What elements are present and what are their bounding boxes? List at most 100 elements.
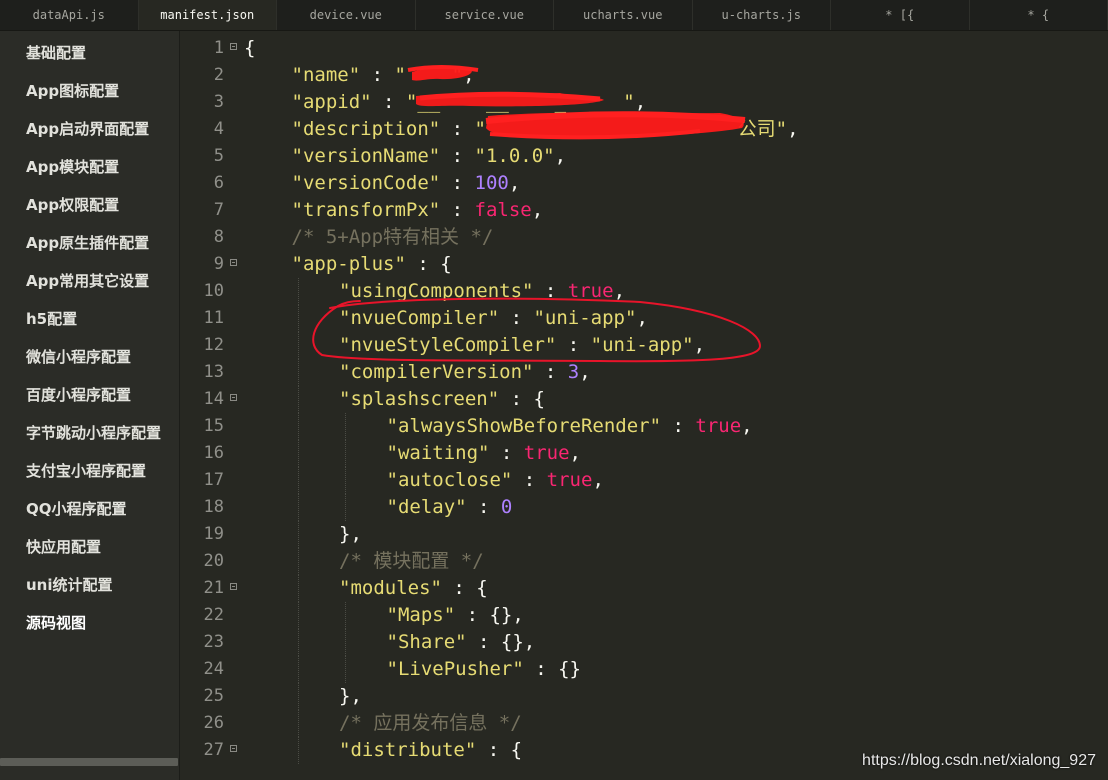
sidebar-item-0[interactable]: 基础配置 xyxy=(26,41,86,65)
code-token: /* 模块配置 */ xyxy=(339,550,484,572)
sidebar-item-13[interactable]: 快应用配置 xyxy=(26,535,101,559)
sidebar-item-2[interactable]: App启动界面配置 xyxy=(26,117,149,141)
line-number: 19 xyxy=(203,524,224,544)
fold-toggle-icon[interactable] xyxy=(230,583,237,590)
code-text: "transformPx" : false, xyxy=(292,197,544,224)
code-token: : xyxy=(661,415,696,437)
code-token: : { xyxy=(499,388,545,410)
sidebar-item-8[interactable]: 微信小程序配置 xyxy=(26,345,131,369)
code-token: : {}, xyxy=(455,604,524,626)
code-text: { xyxy=(244,35,255,62)
tab-untitled-7[interactable]: * { xyxy=(969,0,1108,30)
sidebar-item-12[interactable]: QQ小程序配置 xyxy=(26,497,127,521)
sidebar-horizontal-scrollbar[interactable] xyxy=(0,758,178,766)
indent-guide xyxy=(297,548,299,575)
indent-guide xyxy=(297,332,299,359)
sidebar-item-6[interactable]: App常用其它设置 xyxy=(26,269,149,293)
code-token: "transformPx" xyxy=(291,199,441,221)
code-token: , xyxy=(787,118,799,140)
code-token: "usingComponents" xyxy=(339,280,534,302)
code-token: , xyxy=(463,64,475,86)
code-token: , xyxy=(693,334,706,356)
code-token: , xyxy=(531,199,544,221)
code-token: "appid" xyxy=(291,91,372,113)
indent-guide xyxy=(297,602,299,629)
line-number: 16 xyxy=(203,443,224,463)
sidebar-item-9[interactable]: 百度小程序配置 xyxy=(26,383,131,407)
tab-service-vue[interactable]: service.vue xyxy=(415,0,554,30)
sidebar-item-3[interactable]: App模块配置 xyxy=(26,155,119,179)
code-line: 21 "modules" : { xyxy=(180,575,1108,602)
indent-guide xyxy=(297,278,299,305)
code-token: "uni-app" xyxy=(533,307,637,329)
indent-guide xyxy=(345,413,346,440)
code-token: : xyxy=(556,334,591,356)
indent-guide xyxy=(297,413,299,440)
watermark: https://blog.csdn.net/xialong_927 xyxy=(862,752,1096,769)
code-token: : xyxy=(466,496,501,518)
code-token: , xyxy=(569,442,581,464)
code-line: 7 "transformPx" : false, xyxy=(180,197,1108,224)
code-text: "delay" : 0 xyxy=(387,494,513,521)
code-token: , xyxy=(592,469,604,491)
fold-toggle-icon[interactable] xyxy=(230,259,237,266)
sidebar-item-1[interactable]: App图标配置 xyxy=(26,79,119,103)
code-token: "LivePusher" xyxy=(386,658,524,680)
editor-tab-bar: dataApi.js manifest.json device.vue service… xyxy=(0,0,1108,31)
code-text: }, xyxy=(339,521,362,548)
sidebar-item-11[interactable]: 支付宝小程序配置 xyxy=(26,459,146,483)
line-number: 20 xyxy=(203,551,224,571)
code-text: "versionCode" : 100, xyxy=(292,170,521,197)
sidebar-item-7[interactable]: h5配置 xyxy=(26,307,77,331)
tab-manifest-json[interactable]: manifest.json xyxy=(138,0,277,30)
code-token: 0 xyxy=(500,496,513,518)
line-number: 13 xyxy=(203,362,224,382)
code-line: 16 "waiting" : true, xyxy=(180,440,1108,467)
code-line: 8 /* 5+App特有相关 */ xyxy=(180,224,1108,251)
sidebar-item-10[interactable]: 字节跳动小程序配置 xyxy=(26,421,161,445)
indent-guide xyxy=(297,737,299,764)
indent-guide xyxy=(297,494,299,521)
code-line: 22 "Maps" : {}, xyxy=(180,602,1108,629)
tab-untitled-6[interactable]: * [{ xyxy=(831,0,970,30)
fold-toggle-icon[interactable] xyxy=(230,43,237,50)
sidebar-item-15[interactable]: 源码视图 xyxy=(26,611,86,635)
tab-device-vue[interactable]: device.vue xyxy=(277,0,416,30)
indent-guide xyxy=(297,386,299,413)
code-token: "versionCode" xyxy=(291,172,441,194)
line-number: 26 xyxy=(203,713,224,733)
code-line: 11 "nvueCompiler" : "uni-app", xyxy=(180,305,1108,332)
sidebar-item-5[interactable]: App原生插件配置 xyxy=(26,231,149,255)
code-text: "usingComponents" : true, xyxy=(339,278,625,305)
manifest-config-sidebar: 基础配置 App图标配置 App启动界面配置 App模块配置 App权限配置 App原生插… xyxy=(0,31,180,780)
code-token: "autoclose" xyxy=(386,469,513,491)
code-token: , xyxy=(636,307,648,329)
code-editor[interactable]: 1{2 "name" : " ", 3 "appid" : "__ __ _ ___"… xyxy=(180,31,1108,780)
code-token: "description" xyxy=(291,118,441,140)
code-token: : { xyxy=(405,253,452,275)
line-number: 10 xyxy=(203,281,224,301)
code-token: "nvueStyleCompiler" xyxy=(339,334,557,356)
tab-ucharts-vue[interactable]: ucharts.vue xyxy=(554,0,693,30)
code-token: "name" xyxy=(291,64,361,86)
tab-u-charts-js[interactable]: u-charts.js xyxy=(692,0,831,30)
code-token: /* 5+App特有相关 */ xyxy=(291,226,494,248)
sidebar-item-14[interactable]: uni统计配置 xyxy=(26,573,113,597)
indent-guide xyxy=(297,710,299,737)
sidebar-item-4[interactable]: App权限配置 xyxy=(26,193,119,217)
code-token: "app-plus" xyxy=(291,253,406,275)
fold-toggle-icon[interactable] xyxy=(230,394,237,401)
code-token: " 公司" xyxy=(474,118,788,140)
indent-guide xyxy=(297,629,299,656)
code-line: 20 /* 模块配置 */ xyxy=(180,548,1108,575)
fold-toggle-icon[interactable] xyxy=(230,745,237,752)
indent-guide xyxy=(345,494,346,521)
line-number: 3 xyxy=(213,92,224,112)
tab-dataapi-js[interactable]: dataApi.js xyxy=(0,0,139,30)
code-token: "versionName" xyxy=(291,145,441,167)
indent-guide xyxy=(345,467,346,494)
code-token: : xyxy=(360,64,395,86)
code-text: /* 模块配置 */ xyxy=(339,548,484,575)
code-token: true xyxy=(567,280,614,302)
indent-guide xyxy=(297,521,299,548)
